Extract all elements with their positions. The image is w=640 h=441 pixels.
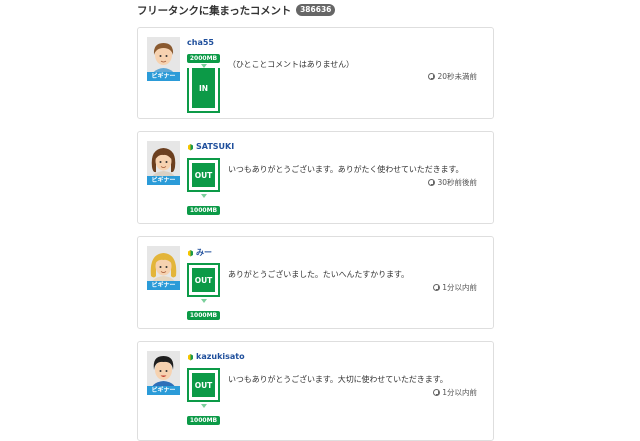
beginner-leaf-icon — [188, 143, 193, 150]
avatar[interactable]: ビギナー — [147, 141, 180, 185]
clock-icon — [428, 73, 436, 80]
username-label: みー — [196, 248, 212, 257]
tank-type-label: OUT — [192, 373, 215, 397]
amount-tag: 1000MB — [187, 416, 220, 425]
username-link[interactable]: SATSUKI — [187, 142, 234, 151]
amount-tag: 1000MB — [187, 206, 220, 215]
comment-count-badge: 386636 — [296, 4, 336, 16]
comment-card: ビギナー SATSUKI OUT 1000MB いつもありがとうございます。あり… — [137, 131, 494, 224]
time-label: 1分以内前 — [442, 388, 477, 397]
tank-indicator: OUT — [187, 263, 220, 297]
comment-card: ビギナー みー OUT 1000MB ありがとうございました。たいへんたすかりま… — [137, 236, 494, 329]
comment-time: 1分以内前 — [433, 282, 477, 293]
tank-type-label: OUT — [192, 268, 215, 292]
avatar[interactable]: ビギナー — [147, 246, 180, 290]
comment-text: （ひとことコメントはありません） — [228, 60, 354, 69]
rank-badge: ビギナー — [147, 386, 180, 395]
arrow-down-icon — [201, 194, 207, 198]
tank-type-label: IN — [192, 68, 215, 108]
username-link[interactable]: kazukisato — [187, 352, 245, 361]
rank-badge: ビギナー — [147, 176, 180, 185]
arrow-down-icon — [201, 404, 207, 408]
time-label: 30秒前後前 — [437, 178, 477, 187]
comment-time: 30秒前後前 — [428, 177, 477, 188]
page-title: フリータンクに集まったコメント — [137, 4, 292, 17]
clock-icon — [428, 179, 436, 186]
comment-text: いつもありがとうございます。ありがたく使わせていただきます。 — [228, 165, 464, 174]
avatar[interactable]: ビギナー — [147, 37, 180, 81]
clock-icon — [433, 284, 441, 291]
tank-type-label: OUT — [192, 163, 215, 187]
username-label: cha55 — [187, 38, 214, 47]
beginner-leaf-icon — [188, 249, 193, 256]
time-label: 1分以内前 — [442, 283, 477, 292]
comment-text: いつもありがとうございます。大切に使わせていただきます。 — [228, 375, 448, 384]
comment-time: 20秒未満前 — [428, 71, 477, 82]
rank-badge: ビギナー — [147, 281, 180, 290]
comment-card: ビギナー kazukisato OUT 1000MB いつもありがとうございます… — [137, 341, 494, 441]
comment-time: 1分以内前 — [433, 387, 477, 398]
username-label: SATSUKI — [196, 142, 235, 151]
time-label: 20秒未満前 — [437, 72, 477, 81]
arrow-down-icon — [201, 299, 207, 303]
username-link[interactable]: みー — [187, 247, 212, 258]
page-header: フリータンクに集まったコメント 386636 — [137, 2, 336, 18]
tank-indicator: OUT — [187, 368, 220, 402]
comment-card: ビギナー cha55 2000MB IN （ひとことコメントはありません） 20… — [137, 27, 494, 119]
tank-indicator: IN — [187, 68, 220, 113]
amount-tag: 1000MB — [187, 311, 220, 320]
rank-badge: ビギナー — [147, 72, 180, 81]
comment-text: ありがとうございました。たいへんたすかります。 — [228, 270, 409, 279]
username-label: kazukisato — [196, 352, 245, 361]
avatar[interactable]: ビギナー — [147, 351, 180, 395]
amount-tag: 2000MB — [187, 54, 220, 63]
username-link[interactable]: cha55 — [187, 38, 214, 47]
tank-indicator: OUT — [187, 158, 220, 192]
clock-icon — [433, 389, 441, 396]
beginner-leaf-icon — [188, 353, 193, 360]
